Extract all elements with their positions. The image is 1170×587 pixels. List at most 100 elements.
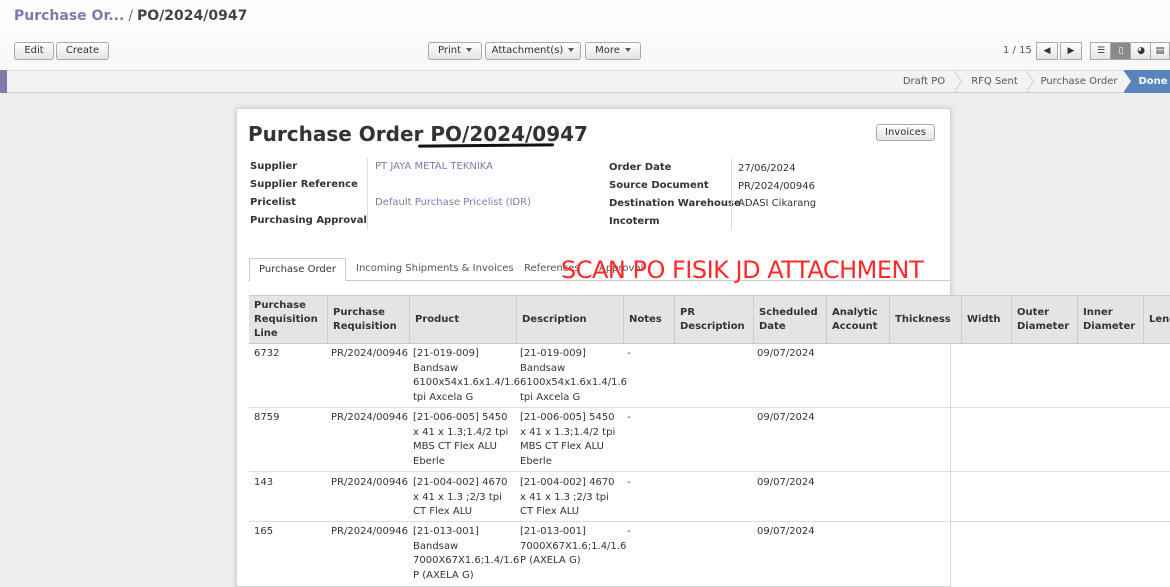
row-divider <box>249 471 1170 472</box>
cell-pr-line: 8759 <box>254 412 280 423</box>
pager-counter[interactable]: 1 / 15 <box>1003 45 1032 56</box>
page-title: Purchase Order PO/2024/0947 <box>248 122 588 146</box>
pricelist-label: Pricelist <box>250 197 296 208</box>
column-header-description[interactable]: Description <box>516 295 623 344</box>
column-header-pr-description[interactable]: PR Description <box>674 295 753 344</box>
breadcrumb-current: PO/2024/0947 <box>137 8 248 24</box>
invoices-button[interactable]: Invoices <box>876 124 935 141</box>
list-icon: ☰ <box>1096 46 1106 56</box>
print-dropdown[interactable]: Print <box>428 42 482 60</box>
source-document-label: Source Document <box>609 180 709 191</box>
calendar-view-button[interactable]: ▤ <box>1150 42 1170 60</box>
tab-purchase-order[interactable]: Purchase Order <box>249 258 347 281</box>
cell-product: [21-004-002] 4670 x 41 x 1.3 ;2/3 tpi CT… <box>413 477 508 517</box>
column-header-purchase-requisition[interactable]: Purchase Requisition <box>327 295 409 344</box>
status-stage-rfq-sent[interactable]: RFQ Sent <box>962 70 1027 93</box>
column-header-product[interactable]: Product <box>409 295 516 344</box>
arrow-left-icon: ◀ <box>1043 46 1051 56</box>
form-icon: ▯ <box>1118 46 1124 56</box>
caret-down-icon <box>568 48 575 52</box>
edit-button-label: Edit <box>24 45 44 56</box>
breadcrumb-parent-link[interactable]: Purchase Or... <box>14 8 124 24</box>
cell-notes: - <box>627 348 631 359</box>
cell-product: [21-019-009] Bandsaw 6100x54x1.6x1.4/1.6… <box>413 348 521 403</box>
column-header-pr-line[interactable]: Purchase Requisition Line <box>249 295 327 344</box>
cell-scheduled-date: 09/07/2024 <box>757 477 815 488</box>
pricelist-value[interactable]: Default Purchase Pricelist (IDR) <box>375 197 531 208</box>
cell-scheduled-date: 09/07/2024 <box>757 348 815 359</box>
calendar-icon: ▤ <box>1155 46 1165 56</box>
field-separator <box>367 158 368 230</box>
status-stage-purchase-order[interactable]: Purchase Order <box>1034 70 1124 93</box>
handwritten-annotation: SCAN PO FISIK JD ATTACHMENT <box>561 256 924 284</box>
graph-view-button[interactable]: ◕ <box>1130 42 1152 60</box>
order-date-value: 27/06/2024 <box>738 163 796 174</box>
sidebar-edge <box>0 70 7 93</box>
supplier-reference-label: Supplier Reference <box>250 179 358 190</box>
purchasing-approval-label: Purchasing Approval <box>250 215 367 226</box>
cell-notes: - <box>627 526 631 537</box>
column-header-scheduled-date[interactable]: Scheduled Date <box>753 295 826 344</box>
status-stage-draft-po[interactable]: Draft PO <box>893 70 955 93</box>
supplier-label: Supplier <box>250 161 298 172</box>
edit-button[interactable]: Edit <box>14 42 54 60</box>
more-dropdown[interactable]: More <box>585 42 641 60</box>
stage-separator-inner <box>1123 70 1131 93</box>
cell-product: [21-013-001] Bandsaw 7000X67X1.6;1.4/1.6… <box>413 526 520 581</box>
attachments-dropdown[interactable]: Attachment(s) <box>485 42 581 60</box>
incoterm-label: Incoterm <box>609 216 660 227</box>
stage-separator-inner <box>953 70 961 93</box>
cell-description: [21-004-002] 4670 x 41 x 1.3 ;2/3 tpi CT… <box>520 477 615 517</box>
supplier-value[interactable]: PT JAYA METAL TEKNIKA <box>375 161 493 172</box>
arrow-right-icon: ▶ <box>1067 46 1075 56</box>
tab-incoming-shipments-invoices[interactable]: Incoming Shipments & Invoices <box>356 258 514 281</box>
row-divider <box>249 521 1170 522</box>
destination-warehouse-value: ADASI Cikarang <box>738 198 817 209</box>
row-divider <box>249 407 1170 408</box>
invoices-button-label: Invoices <box>885 127 926 138</box>
stage-separator-inner <box>1025 70 1033 93</box>
column-header-outer-diameter[interactable]: Outer Diameter <box>1011 295 1077 344</box>
breadcrumb: Purchase Or... / PO/2024/0947 <box>14 8 247 24</box>
caret-down-icon <box>624 48 631 52</box>
cell-product: [21-006-005] 5450 x 41 x 1.3;1.4/2 tpi M… <box>413 412 509 467</box>
column-header-length[interactable]: Length <box>1143 295 1170 344</box>
list-view-button[interactable]: ☰ <box>1090 42 1112 60</box>
attachments-dropdown-label: Attachment(s) <box>491 45 564 56</box>
column-header-notes[interactable]: Notes <box>623 295 674 344</box>
cell-description: [21-006-005] 5450 x 41 x 1.3;1.4/2 tpi M… <box>520 412 616 467</box>
cell-notes: - <box>627 477 631 488</box>
create-button-label: Create <box>65 45 100 56</box>
order-date-label: Order Date <box>609 162 672 173</box>
form-view-button[interactable]: ▯ <box>1110 42 1132 60</box>
title-number: PO/2024/0947 <box>430 122 588 146</box>
cell-scheduled-date: 09/07/2024 <box>757 526 815 537</box>
cell-purchase-requisition: PR/2024/00946 <box>331 412 408 423</box>
source-document-value: PR/2024/00946 <box>738 181 815 192</box>
more-dropdown-label: More <box>595 45 620 56</box>
cell-pr-line: 6732 <box>254 348 280 359</box>
column-header-analytic-account[interactable]: Analytic Account <box>826 295 889 344</box>
breadcrumb-separator: / <box>128 8 134 24</box>
cell-purchase-requisition: PR/2024/00946 <box>331 348 408 359</box>
cell-notes: - <box>627 412 631 423</box>
cell-purchase-requisition: PR/2024/00946 <box>331 526 408 537</box>
column-header-width[interactable]: Width <box>961 295 1011 344</box>
pager-previous-button[interactable]: ◀ <box>1036 42 1058 60</box>
cell-scheduled-date: 09/07/2024 <box>757 412 815 423</box>
graph-icon: ◕ <box>1137 46 1145 56</box>
cell-pr-line: 143 <box>254 477 274 488</box>
column-header-thickness[interactable]: Thickness <box>889 295 961 344</box>
column-header-inner-diameter[interactable]: Inner Diameter <box>1077 295 1143 344</box>
cell-pr-line: 165 <box>254 526 274 537</box>
create-button[interactable]: Create <box>56 42 109 60</box>
field-separator <box>731 158 732 230</box>
destination-warehouse-label: Destination Warehouse <box>609 198 741 209</box>
cell-description: [21-013-001] 7000X67X1.6;1.4/1.6 P (AXEL… <box>520 526 627 566</box>
title-prefix: Purchase Order <box>248 122 424 146</box>
pager-next-button[interactable]: ▶ <box>1060 42 1082 60</box>
caret-down-icon <box>466 48 472 52</box>
cell-purchase-requisition: PR/2024/00946 <box>331 477 408 488</box>
cell-description: [21-019-009] Bandsaw 6100x54x1.6x1.4/1.6… <box>520 348 628 403</box>
print-dropdown-label: Print <box>437 45 461 56</box>
